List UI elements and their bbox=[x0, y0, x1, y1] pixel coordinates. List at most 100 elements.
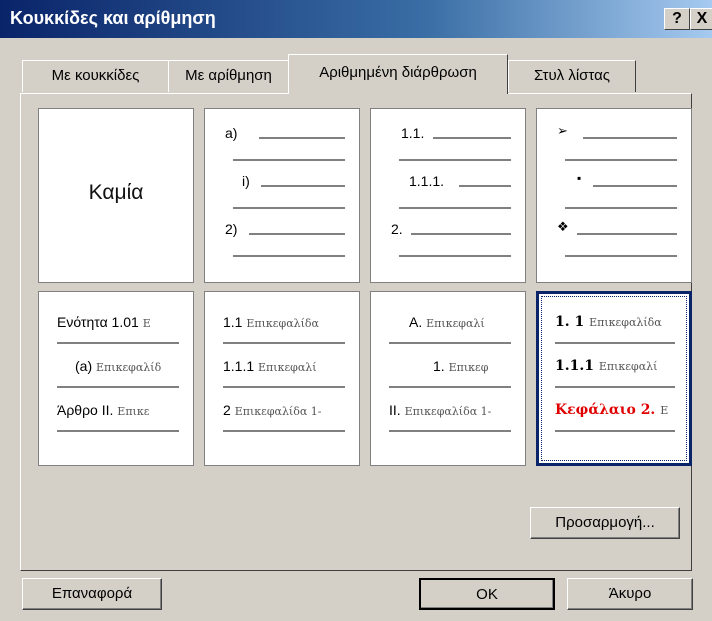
window-title: Κουκκίδες και αρίθμηση bbox=[10, 8, 216, 28]
level-1-label: Ενότητα 1.01 Ε bbox=[57, 314, 151, 330]
bullets-numbering-dialog: Κουκκίδες και αρίθμηση ? X Με κουκκίδες … bbox=[0, 0, 712, 621]
line bbox=[555, 430, 675, 432]
gallery-item-bullets[interactable]: ➢ ▪ ❖ bbox=[536, 108, 692, 283]
line bbox=[577, 233, 677, 235]
level-3-label: Άρθρο ΙΙ. Επικε bbox=[57, 402, 149, 418]
number-text: 2 bbox=[223, 402, 231, 418]
line bbox=[261, 185, 345, 187]
tab-numbered[interactable]: Με αρίθμηση bbox=[168, 60, 289, 92]
level-2-label: 1.1.1 Επικεφαλί bbox=[555, 358, 657, 374]
heading-text: Επικε bbox=[117, 405, 150, 418]
tab-bulleted[interactable]: Με κουκκίδες bbox=[22, 60, 169, 92]
square-bullet-icon: ▪ bbox=[577, 171, 582, 185]
line bbox=[223, 430, 345, 432]
customize-button[interactable]: Προσαρμογή... bbox=[530, 507, 680, 539]
cancel-button[interactable]: Άκυρο bbox=[567, 578, 693, 610]
number-text: 1.1.1 bbox=[223, 358, 255, 374]
gallery-item-chapter[interactable]: 1. 1 Επικεφαλίδα 1.1.1 Επικεφαλί Κεφάλαι… bbox=[536, 291, 692, 466]
line bbox=[565, 255, 677, 257]
line bbox=[259, 137, 345, 139]
tab-label: Με κουκκίδες bbox=[51, 67, 140, 84]
level-1-label: A. Επικεφαλί bbox=[409, 314, 485, 330]
tab-panel: Καμία a) i) 2) 1.1. 1.1.1. 2. ➢ ▪ ❖ Ενότ… bbox=[20, 93, 692, 571]
heading-text: Επικεφ bbox=[448, 361, 489, 374]
tab-outline-numbered[interactable]: Αριθμημένη διάρθρωση bbox=[288, 54, 508, 94]
number-text: Άρθρο ΙΙ. bbox=[57, 402, 114, 418]
number-text: 1.1 bbox=[223, 314, 243, 330]
line bbox=[57, 386, 179, 388]
line bbox=[555, 342, 675, 344]
tab-label: Στυλ λίστας bbox=[533, 67, 611, 84]
line bbox=[555, 386, 675, 388]
heading-text: Επικεφαλί bbox=[426, 317, 485, 330]
line bbox=[399, 207, 511, 209]
line bbox=[389, 342, 511, 344]
line bbox=[233, 159, 345, 161]
line bbox=[57, 342, 179, 344]
level-3-label: 2 Επικεφαλίδα 1- bbox=[223, 402, 322, 418]
help-button[interactable]: ? bbox=[664, 8, 690, 30]
number-text: (a) bbox=[75, 358, 93, 374]
level-3-label: II. Επικεφαλίδα 1- bbox=[389, 402, 491, 418]
number-text: 1.1.1 bbox=[555, 358, 594, 374]
line bbox=[223, 386, 345, 388]
line bbox=[411, 233, 511, 235]
level-3-label: Κεφάλαιο 2. Ε bbox=[555, 402, 668, 418]
line bbox=[593, 185, 677, 187]
level-2-label: 1.1.1 Επικεφαλί bbox=[223, 358, 317, 374]
level-2-label: i) bbox=[242, 173, 250, 189]
heading-text: Επικεφαλίδα 1- bbox=[404, 405, 492, 418]
line bbox=[389, 386, 511, 388]
number-text: Ενότητα 1.01 bbox=[57, 314, 139, 330]
gallery-item-outline[interactable]: A. Επικεφαλί 1. Επικεφ II. Επικεφαλίδα 1… bbox=[370, 291, 526, 466]
level-2-label: 1. Επικεφ bbox=[433, 358, 488, 374]
heading-text: Επικεφαλίδ bbox=[96, 361, 162, 374]
line bbox=[433, 137, 511, 139]
level-1-label: 1.1 Επικεφαλίδα bbox=[223, 314, 319, 330]
heading-text: Επικεφαλίδα bbox=[589, 316, 662, 329]
number-text: A. bbox=[409, 314, 423, 330]
level-3-label: 2. bbox=[391, 221, 403, 237]
line bbox=[565, 159, 677, 161]
close-button[interactable]: X bbox=[690, 8, 712, 30]
level-1-label: 1.1. bbox=[401, 125, 425, 141]
number-text: 1. 1 bbox=[555, 314, 585, 330]
line bbox=[399, 159, 511, 161]
reset-button[interactable]: Επαναφορά bbox=[22, 578, 162, 610]
number-text: 1. bbox=[433, 358, 445, 374]
level-3-label: 2) bbox=[225, 221, 238, 237]
gallery-item-decimal[interactable]: 1.1. 1.1.1. 2. bbox=[370, 108, 526, 283]
line bbox=[233, 207, 345, 209]
line bbox=[57, 430, 179, 432]
tab-list-styles[interactable]: Στυλ λίστας bbox=[508, 60, 636, 92]
tab-label: Με αρίθμηση bbox=[185, 67, 272, 84]
line bbox=[389, 430, 511, 432]
line bbox=[565, 207, 677, 209]
number-text: Κεφάλαιο 2. bbox=[555, 402, 656, 418]
heading-text: Ε bbox=[660, 404, 669, 417]
gallery-item-sections[interactable]: Ενότητα 1.01 Ε (a) Επικεφαλίδ Άρθρο ΙΙ. … bbox=[38, 291, 194, 466]
line bbox=[223, 342, 345, 344]
heading-text: Επικεφαλίδα 1- bbox=[234, 405, 322, 418]
diamond-bullet-icon: ❖ bbox=[557, 219, 569, 234]
level-2-label: (a) Επικεφαλίδ bbox=[75, 358, 161, 374]
line bbox=[583, 137, 677, 139]
gallery-item-none[interactable]: Καμία bbox=[38, 108, 194, 283]
heading-text: Ε bbox=[142, 317, 151, 330]
heading-text: Επικεφαλί bbox=[258, 361, 317, 374]
ok-button[interactable]: OK bbox=[419, 578, 555, 610]
gallery-item-letters[interactable]: a) i) 2) bbox=[204, 108, 360, 283]
none-label: Καμία bbox=[88, 181, 144, 204]
line bbox=[249, 233, 345, 235]
level-1-label: a) bbox=[225, 125, 238, 141]
level-1-label: 1. 1 Επικεφαλίδα bbox=[555, 314, 662, 330]
arrow-bullet-icon: ➢ bbox=[557, 123, 568, 138]
line bbox=[399, 255, 511, 257]
tab-label: Αριθμημένη διάρθρωση bbox=[319, 64, 477, 81]
number-text: II. bbox=[389, 402, 401, 418]
title-bar[interactable]: Κουκκίδες και αρίθμηση ? X bbox=[0, 0, 712, 38]
heading-text: Επικεφαλίδα bbox=[246, 317, 319, 330]
gallery-item-legal[interactable]: 1.1 Επικεφαλίδα 1.1.1 Επικεφαλί 2 Επικεφ… bbox=[204, 291, 360, 466]
line bbox=[233, 255, 345, 257]
heading-text: Επικεφαλί bbox=[598, 360, 658, 373]
